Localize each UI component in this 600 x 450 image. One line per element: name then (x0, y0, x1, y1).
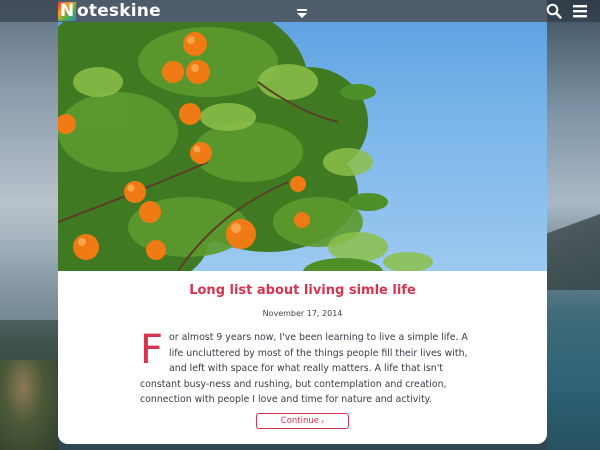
post-hero-image[interactable] (58, 22, 547, 271)
search-icon[interactable] (546, 3, 562, 19)
continue-button[interactable]: Continue › (256, 413, 349, 429)
orange-tree-illustration (58, 22, 433, 271)
logo-initial: N (58, 0, 76, 21)
continue-label: Continue (280, 416, 320, 426)
background-mountain (547, 200, 600, 290)
background-left (0, 0, 58, 450)
top-bar: N oteskine (0, 0, 600, 22)
chevron-right-icon: › (321, 416, 325, 426)
post-excerpt-text: or almost 9 years now, I've been learnin… (140, 332, 468, 405)
background-lake (0, 240, 58, 320)
background-right (547, 0, 600, 450)
hamburger-icon[interactable] (572, 3, 588, 19)
logo-text: oteskine (77, 0, 161, 21)
post-card: Long list about living simle life Novemb… (58, 22, 547, 444)
post-dropcap: F (140, 327, 164, 373)
top-bar-actions (546, 3, 588, 19)
background-town (0, 360, 58, 450)
post-title[interactable]: Long list about living simle life (58, 283, 547, 298)
chevron-down-icon[interactable] (295, 5, 309, 18)
post-excerpt: F or almost 9 years now, I've been learn… (140, 330, 468, 408)
site-logo[interactable]: N oteskine (58, 1, 161, 21)
post-date: November 17, 2014 (262, 309, 343, 318)
